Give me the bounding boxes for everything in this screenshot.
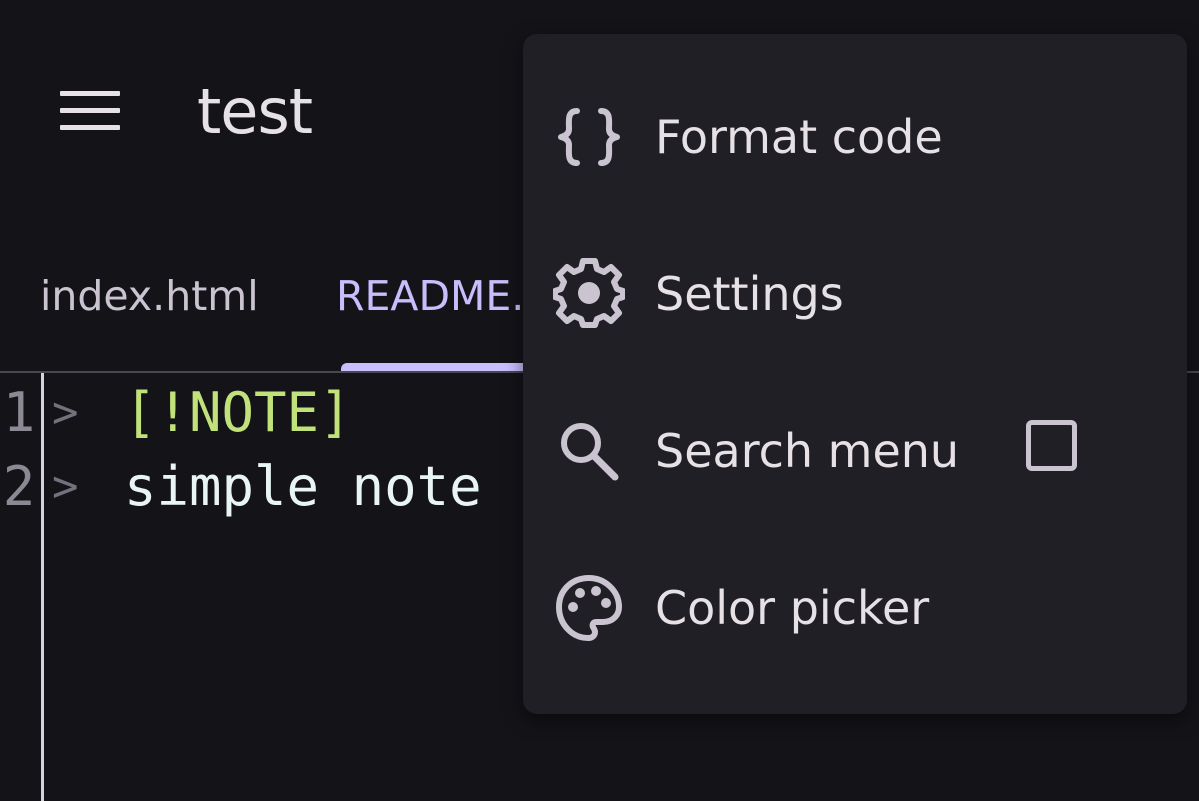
code-text: [!NOTE]	[124, 381, 352, 444]
hamburger-menu-icon	[60, 91, 120, 130]
menu-item-format-code[interactable]: Format code	[523, 59, 1187, 216]
menu-item-label: Color picker	[655, 581, 930, 635]
menu-item-color-picker[interactable]: Color picker	[523, 530, 1187, 687]
search-icon	[553, 415, 625, 487]
gutter-divider	[41, 373, 44, 801]
menu-item-label: Search menu	[655, 424, 960, 478]
search-menu-checkbox[interactable]	[1026, 420, 1077, 471]
line-number: 2	[2, 455, 36, 518]
page-title: test	[197, 75, 313, 148]
menu-item-search-menu[interactable]: Search menu	[523, 373, 1187, 530]
gear-icon	[553, 258, 625, 330]
menu-item-label: Settings	[655, 267, 844, 321]
code-text: simple note	[124, 455, 482, 518]
app-window: test index.html README. 1 > [!NOTE] 2 > …	[0, 0, 1199, 801]
menu-item-label: Format code	[655, 110, 943, 164]
quote-marker: >	[52, 387, 79, 438]
tab-index-html[interactable]: index.html	[40, 268, 259, 324]
line-number: 1	[2, 381, 36, 444]
tab-readme[interactable]: README.	[336, 268, 524, 324]
palette-icon	[553, 572, 625, 644]
hamburger-menu-button[interactable]	[48, 78, 132, 144]
overflow-menu: Format code Settings Search menu Color p…	[523, 34, 1187, 714]
curly-braces-icon	[553, 101, 625, 173]
menu-item-settings[interactable]: Settings	[523, 216, 1187, 373]
quote-marker: >	[52, 461, 79, 512]
